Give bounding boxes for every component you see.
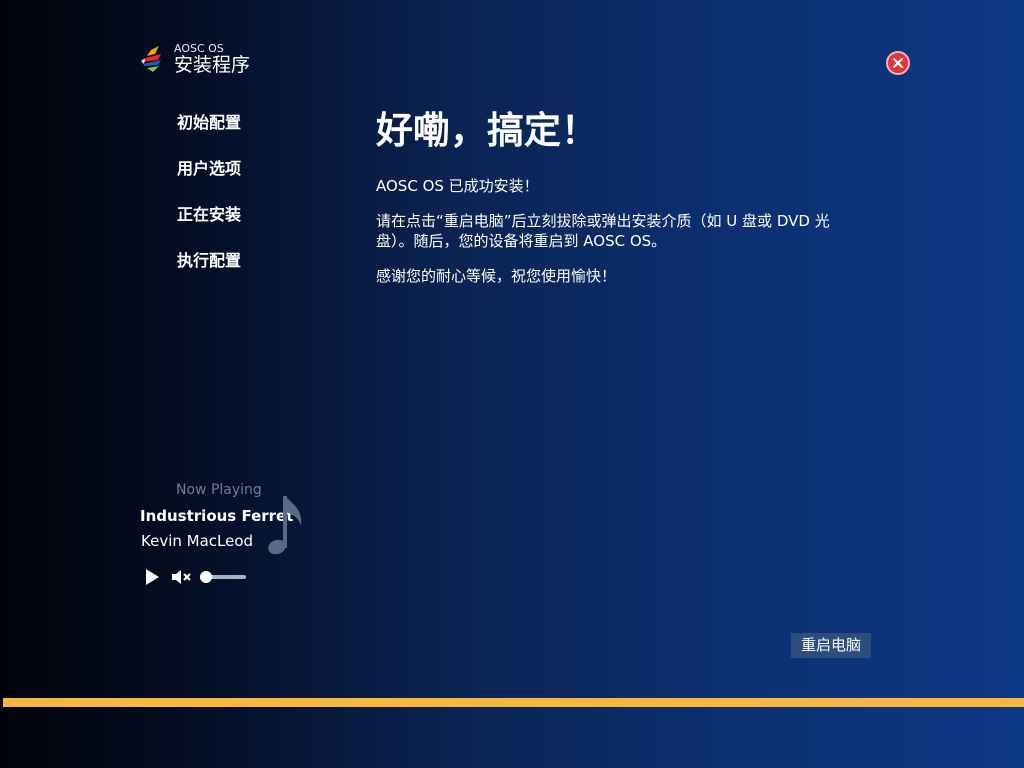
close-button[interactable]	[886, 51, 910, 75]
aosc-logo-icon	[141, 46, 161, 72]
step-user-options: 用户选项	[177, 159, 242, 178]
install-progress-fill	[3, 698, 1024, 707]
step-initial-config: 初始配置	[177, 113, 242, 132]
app-brand: AOSC OS 安装程序	[139, 42, 250, 76]
volume-slider[interactable]	[200, 571, 246, 583]
brand-product-name: AOSC OS	[174, 42, 224, 55]
mute-button[interactable]	[170, 568, 192, 586]
play-button[interactable]	[143, 567, 161, 587]
step-installing: 正在安装	[177, 205, 242, 224]
page-title: 好嘞，搞定！	[376, 109, 598, 152]
reboot-instructions: 请在点击“重启电脑”后立刻拔除或弹出安装介质（如 U 盘或 DVD 光盘）。随后…	[376, 212, 830, 250]
now-playing-label: Now Playing	[176, 482, 262, 498]
success-message: AOSC OS 已成功安装！	[376, 177, 539, 195]
step-sidebar: 初始配置 用户选项 正在安装 执行配置	[177, 111, 241, 295]
brand-title: 安装程序	[174, 54, 251, 76]
install-progress-bar	[3, 698, 1024, 707]
reboot-button[interactable]: 重启电脑	[791, 633, 871, 658]
thanks-message: 感谢您的耐心等候，祝您使用愉快！	[376, 267, 617, 285]
close-icon	[893, 58, 903, 68]
music-note-icon	[268, 496, 302, 555]
step-post-config: 执行配置	[177, 251, 242, 270]
main-content: 好嘞，搞定！ AOSC OS 已成功安装！ 请在点击“重启电脑”后立刻拔除或弹出…	[376, 106, 846, 301]
volume-knob[interactable]	[200, 571, 212, 583]
music-player: Now Playing Industrious Ferret Kevin Mac…	[140, 480, 310, 590]
track-artist: Kevin MacLeod	[141, 532, 254, 550]
